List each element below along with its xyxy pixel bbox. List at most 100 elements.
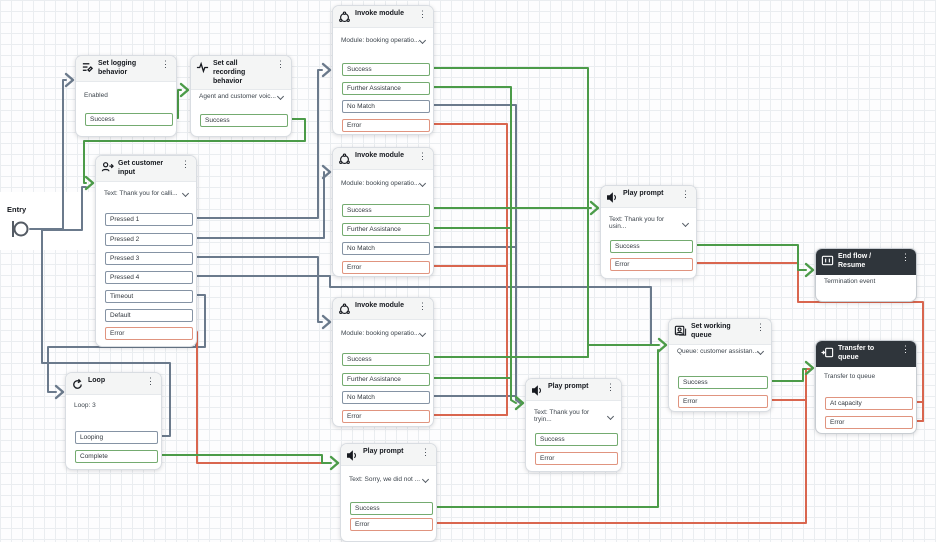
node-header[interactable]: Play prompt ⋮ — [526, 379, 621, 401]
output-error[interactable]: Error — [342, 410, 430, 423]
node-invoke-module-3[interactable]: Invoke module ⋮ Module: booking operatio… — [332, 297, 434, 427]
node-title: Loop — [88, 377, 106, 384]
dropdown-value: Text: Thank you for calli... — [104, 190, 178, 197]
speaker-icon — [532, 385, 542, 396]
output-no-match[interactable]: No Match — [342, 242, 430, 255]
node-invoke-module-2[interactable]: Invoke module ⋮ Module: booking operatio… — [332, 147, 434, 277]
node-end-flow-resume[interactable]: End flow / Resume ⋮ Termination event — [815, 248, 917, 302]
node-dropdown[interactable]: Module: booking operatio... — [341, 329, 427, 338]
node-dropdown[interactable]: Queue: customer assistan... — [677, 347, 765, 356]
output-success[interactable]: Success — [342, 204, 430, 217]
output-default[interactable]: Default — [105, 309, 193, 322]
node-header[interactable]: Invoke module ⋮ — [333, 298, 433, 320]
output-pressed-2[interactable]: Pressed 2 — [105, 233, 193, 246]
node-play-prompt-trying[interactable]: Play prompt ⋮ Text: Thank you for tryin.… — [525, 378, 622, 472]
output-at-capacity[interactable]: At capacity — [825, 397, 913, 410]
output-no-match[interactable]: No Match — [342, 100, 430, 113]
node-invoke-module-1[interactable]: Invoke module ⋮ Module: booking operatio… — [332, 5, 434, 135]
node-title: Set working queue — [691, 323, 731, 339]
arrowhead — [329, 455, 340, 471]
dropdown-value: Module: booking operatio... — [341, 180, 420, 187]
output-no-match[interactable]: No Match — [342, 391, 430, 404]
output-success[interactable]: Success — [350, 502, 433, 515]
node-set-call-recording[interactable]: Set call recording behavior ⋮ Agent and … — [190, 55, 292, 137]
dropdown-value: Agent and customer voic... — [199, 93, 276, 100]
node-loop[interactable]: Loop ⋮ Loop: 3 Looping Complete — [65, 372, 162, 470]
node-header[interactable]: Invoke module ⋮ — [333, 148, 433, 170]
output-timeout[interactable]: Timeout — [105, 290, 193, 303]
kebab-menu-icon[interactable]: ⋮ — [159, 60, 172, 69]
output-success[interactable]: Success — [85, 113, 173, 126]
kebab-menu-icon[interactable]: ⋮ — [416, 10, 429, 19]
kebab-menu-icon[interactable]: ⋮ — [144, 377, 157, 386]
output-pressed-3[interactable]: Pressed 3 — [105, 252, 193, 265]
node-set-logging-behavior[interactable]: Set logging behavior ⋮ Enabled Success — [75, 55, 177, 137]
output-error[interactable]: Error — [350, 518, 433, 531]
entry-point-icon[interactable] — [12, 221, 29, 237]
output-success[interactable]: Success — [535, 433, 618, 446]
chevron-down-icon — [681, 219, 690, 227]
node-title: Invoke module — [355, 302, 405, 309]
kebab-menu-icon[interactable]: ⋮ — [899, 253, 912, 262]
output-complete[interactable]: Complete — [75, 450, 158, 463]
node-play-prompt-using[interactable]: Play prompt ⋮ Text: Thank you for usin..… — [600, 185, 697, 279]
arrowhead — [179, 82, 190, 98]
arrowhead — [321, 62, 332, 78]
node-get-customer-input[interactable]: Get customer input ⋮ Text: Thank you for… — [95, 155, 197, 347]
output-pressed-4[interactable]: Pressed 4 — [105, 271, 193, 284]
node-dropdown[interactable]: Text: Thank you for calli... — [104, 189, 190, 198]
output-further-assistance[interactable]: Further Assistance — [342, 82, 430, 95]
kebab-menu-icon[interactable]: ⋮ — [679, 190, 692, 199]
kebab-menu-icon[interactable]: ⋮ — [179, 160, 192, 169]
node-dropdown[interactable]: Module: booking operatio... — [341, 36, 427, 45]
output-error[interactable]: Error — [342, 119, 430, 132]
node-header[interactable]: Loop ⋮ — [66, 373, 161, 395]
output-success[interactable]: Success — [200, 114, 288, 127]
output-error[interactable]: Error — [825, 416, 913, 429]
node-header[interactable]: Set call recording behavior ⋮ — [191, 56, 291, 91]
node-dropdown[interactable]: Text: Thank you for tryin... — [534, 409, 615, 423]
kebab-menu-icon[interactable]: ⋮ — [419, 448, 432, 457]
node-set-working-queue[interactable]: Set working queue ⋮ Queue: customer assi… — [668, 318, 772, 412]
output-error[interactable]: Error — [535, 452, 618, 465]
kebab-menu-icon[interactable]: ⋮ — [416, 302, 429, 311]
output-further-assistance[interactable]: Further Assistance — [342, 223, 430, 236]
output-pressed-1[interactable]: Pressed 1 — [105, 213, 193, 226]
loop-icon — [73, 378, 82, 389]
output-success[interactable]: Success — [678, 376, 768, 389]
node-dropdown[interactable]: Text: Thank you for usin... — [609, 216, 690, 230]
output-error[interactable]: Error — [610, 258, 693, 271]
node-header[interactable]: Set logging behavior ⋮ — [76, 56, 176, 82]
kebab-menu-icon[interactable]: ⋮ — [416, 152, 429, 161]
kebab-menu-icon[interactable]: ⋮ — [899, 345, 912, 354]
chevron-down-icon — [276, 92, 285, 101]
connector — [189, 171, 325, 239]
output-error[interactable]: Error — [342, 261, 430, 274]
node-dropdown[interactable]: Text: Sorry, we did not ... — [349, 475, 430, 484]
node-title: Play prompt — [363, 448, 404, 455]
node-header[interactable]: Transfer to queue ⋮ — [816, 341, 916, 367]
output-success[interactable]: Success — [342, 353, 430, 366]
output-looping[interactable]: Looping — [75, 431, 158, 444]
node-header[interactable]: Set working queue ⋮ — [669, 319, 771, 345]
speaker-icon — [347, 450, 357, 461]
output-success[interactable]: Success — [610, 240, 693, 253]
output-error[interactable]: Error — [105, 327, 193, 340]
node-dropdown[interactable]: Agent and customer voic... — [199, 92, 285, 101]
kebab-menu-icon[interactable]: ⋮ — [604, 383, 617, 392]
node-header[interactable]: Play prompt ⋮ — [601, 186, 696, 208]
node-dropdown[interactable]: Module: booking operatio... — [341, 179, 427, 188]
output-further-assistance[interactable]: Further Assistance — [342, 373, 430, 386]
node-header[interactable]: Get customer input ⋮ — [96, 156, 196, 182]
node-transfer-to-queue[interactable]: Transfer to queue ⋮ Transfer to queue At… — [815, 340, 917, 434]
kebab-menu-icon[interactable]: ⋮ — [274, 60, 287, 69]
waveform-icon — [196, 61, 209, 74]
node-header[interactable]: Invoke module ⋮ — [333, 6, 433, 28]
kebab-menu-icon[interactable]: ⋮ — [754, 323, 767, 332]
node-header[interactable]: Play prompt ⋮ — [341, 444, 436, 466]
node-title: Set logging behavior — [98, 60, 137, 76]
output-error[interactable]: Error — [678, 395, 768, 408]
node-header[interactable]: End flow / Resume ⋮ — [816, 249, 916, 275]
node-play-prompt-sorry[interactable]: Play prompt ⋮ Text: Sorry, we did not ..… — [340, 443, 437, 542]
output-success[interactable]: Success — [342, 63, 430, 76]
